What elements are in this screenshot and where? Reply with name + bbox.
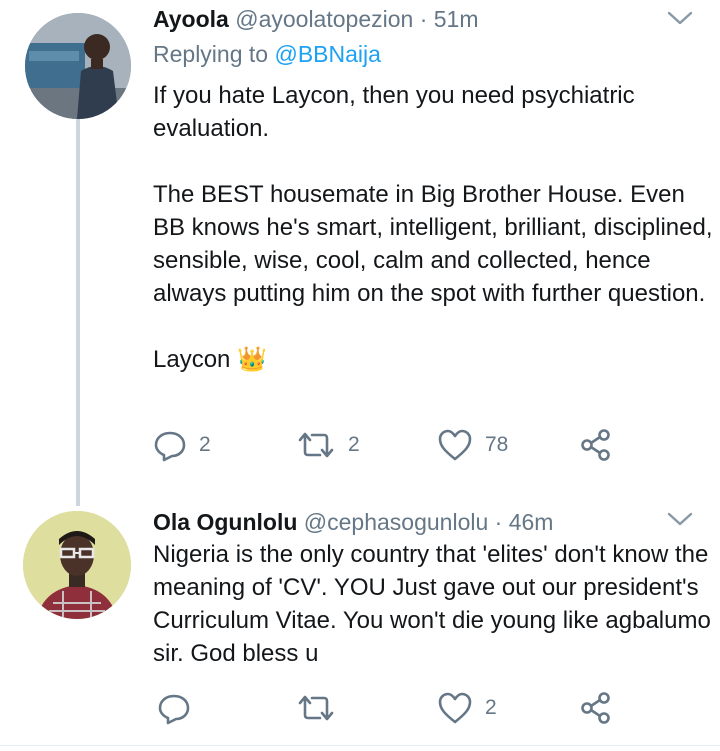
share-button[interactable]	[579, 428, 613, 462]
display-name[interactable]: Ola Ogunlolu	[153, 509, 297, 535]
reply-button[interactable]: 2	[153, 428, 211, 462]
reply-icon	[158, 694, 190, 725]
bottom-divider	[0, 745, 720, 746]
display-name[interactable]: Ayoola	[153, 6, 229, 32]
reply-button[interactable]	[157, 691, 203, 725]
replying-prefix: Replying to	[153, 41, 275, 67]
avatar[interactable]	[25, 13, 131, 119]
tweet-header: Ola Ogunlolu @cephasogunlolu · 46m	[153, 508, 553, 536]
timestamp[interactable]: 51m	[434, 6, 479, 32]
share-icon	[581, 692, 610, 724]
avatar-photo	[23, 511, 131, 619]
retweet-button[interactable]	[296, 691, 348, 725]
retweet-count: 2	[348, 433, 360, 456]
like-icon	[438, 429, 472, 461]
reply-icon	[154, 431, 186, 462]
thread-connector-line	[76, 118, 80, 506]
like-button[interactable]: 2	[437, 691, 497, 725]
chevron-down-icon[interactable]	[666, 8, 694, 28]
retweet-icon	[298, 695, 334, 721]
retweet-icon	[298, 432, 334, 458]
like-count: 78	[485, 433, 509, 456]
separator-dot: ·	[419, 6, 428, 32]
retweet-button[interactable]: 2	[296, 428, 360, 462]
share-button[interactable]	[579, 691, 613, 725]
timestamp[interactable]: 46m	[509, 509, 554, 535]
avatar[interactable]	[23, 511, 131, 619]
tweet-text: If you hate Laycon, then you need psychi…	[153, 82, 713, 373]
user-handle[interactable]: @cephasogunlolu	[304, 509, 488, 535]
tweet-text: Nigeria is the only country that 'elites…	[153, 541, 718, 667]
like-icon	[438, 692, 472, 724]
replying-mention-link[interactable]: @BBNaija	[274, 41, 380, 67]
reply-count: 2	[199, 433, 211, 456]
avatar-photo	[25, 13, 131, 119]
user-handle[interactable]: @ayoolatopezion	[235, 6, 413, 32]
like-button[interactable]: 78	[437, 428, 508, 462]
tweet-header: Ayoola @ayoolatopezion · 51m	[153, 5, 479, 33]
share-icon	[581, 429, 610, 461]
like-count: 2	[485, 696, 497, 719]
replying-to: Replying to @BBNaija	[153, 40, 381, 68]
chevron-down-icon[interactable]	[666, 509, 694, 529]
separator-dot: ·	[494, 509, 503, 535]
